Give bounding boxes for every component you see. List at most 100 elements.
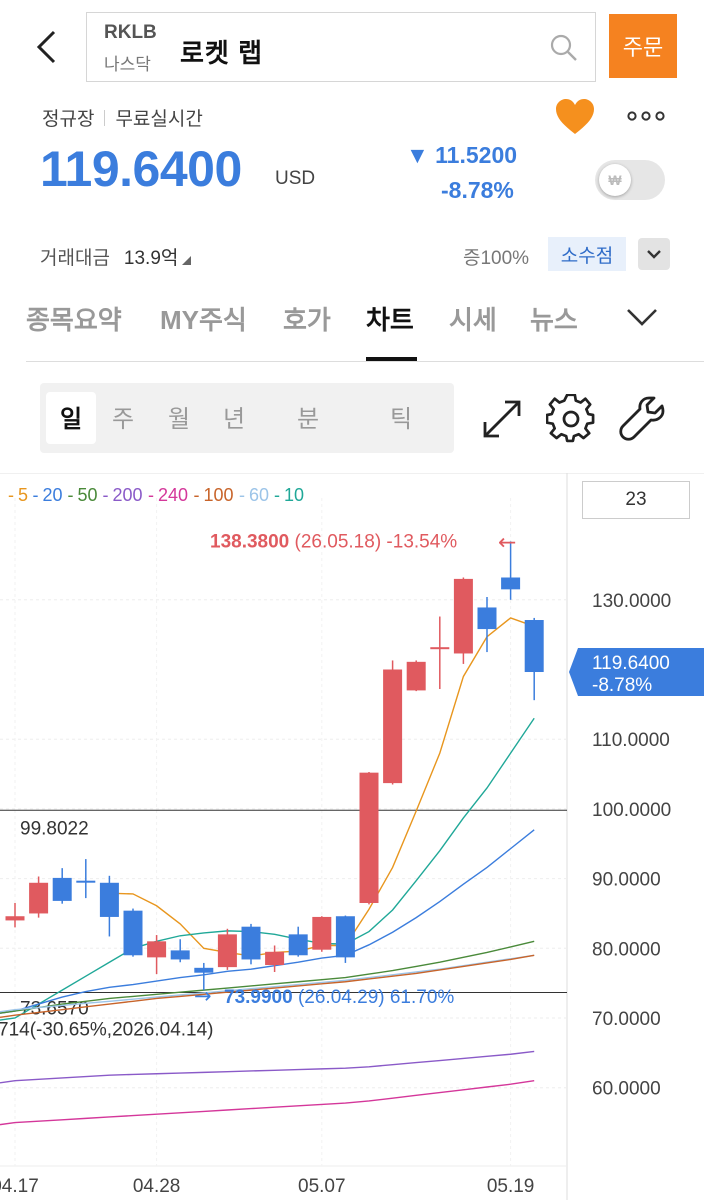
legend-label-10: 10 — [284, 485, 304, 505]
chevron-down-icon[interactable] — [620, 300, 664, 332]
stock-chart[interactable]: 130.0000 110.0000 100.0000 90.0000 80.0000 70… — [0, 473, 704, 1200]
current-price-label: 119.6400 — [592, 653, 670, 674]
candle-body — [5, 916, 25, 921]
search-icon[interactable] — [549, 33, 579, 63]
candle-body — [406, 661, 426, 691]
prior-low-label: 714(-30.65%,2026.04.14) — [0, 1019, 214, 1040]
legend-dash: - — [274, 485, 280, 505]
legend-dash: - — [148, 485, 154, 505]
stock-name: 로켓 랩 — [180, 38, 263, 68]
legend-dash: - — [8, 485, 14, 505]
candle-body — [99, 882, 119, 917]
high-arrow: ← — [498, 530, 516, 555]
candle-body — [265, 951, 285, 966]
current-change-label: -8.78% — [592, 675, 652, 696]
currency-label: USD — [275, 168, 316, 189]
legend-dash: - — [68, 485, 74, 505]
tabs-divider — [26, 361, 704, 362]
tab-chart[interactable]: 차트 — [366, 300, 414, 337]
candle-body — [147, 941, 167, 958]
wrench-icon[interactable] — [617, 394, 667, 444]
y-tick-label: 90.0000 — [592, 870, 661, 891]
price-change: ▼ 11.5200 — [406, 142, 518, 168]
candle-body — [241, 926, 261, 960]
candle-body — [335, 916, 355, 958]
candle-body — [217, 934, 237, 968]
legend-dash: - — [33, 485, 39, 505]
period-selector: 일 주 월 년 분 틱 — [40, 383, 454, 453]
heart-icon[interactable] — [554, 98, 596, 136]
candle-count-box[interactable]: 23 — [582, 481, 690, 519]
y-tick-label: 60.0000 — [592, 1079, 661, 1100]
y-tick-label: 70.0000 — [592, 1009, 661, 1030]
legend-label-5: 5 — [18, 485, 28, 505]
market-status: 정규장 무료실시간 — [42, 104, 203, 131]
volume-label: 거래대금 — [40, 248, 110, 269]
exchange-label: 나스닥 — [104, 55, 151, 74]
won-icon: ₩ — [599, 164, 631, 196]
tab-news[interactable]: 뉴스 — [530, 300, 578, 337]
legend-dash: - — [103, 485, 109, 505]
candle-body — [524, 620, 544, 673]
price-change-percent: -8.78% — [441, 177, 514, 203]
divider — [104, 109, 106, 126]
tab-summary[interactable]: 종목요약 — [26, 300, 122, 337]
x-tick-label: 05.19 — [487, 1176, 535, 1197]
candle-body — [383, 669, 403, 784]
period-month[interactable]: 월 — [168, 399, 190, 434]
order-button[interactable]: 주문 — [609, 14, 677, 78]
y-tick-label: 130.0000 — [592, 591, 671, 612]
chart-canvas[interactable]: 130.0000 110.0000 100.0000 90.0000 80.0000 70… — [0, 473, 704, 1200]
legend-label-50: 50 — [78, 485, 98, 505]
tab-orderbook[interactable]: 호가 — [283, 300, 331, 337]
x-tick-label: 05.07 — [298, 1176, 346, 1197]
x-tick-label: 04.17 — [0, 1176, 39, 1197]
period-day[interactable]: 일 — [60, 399, 82, 434]
candle-body — [501, 577, 521, 590]
back-button[interactable] — [26, 20, 66, 74]
legend-label-60: 60 — [249, 485, 269, 505]
period-year[interactable]: 년 — [223, 399, 245, 434]
x-tick-label: 04.28 — [133, 1176, 181, 1197]
candle-body — [170, 950, 190, 960]
currency-toggle[interactable]: ₩ — [595, 160, 665, 200]
period-week[interactable]: 주 — [112, 399, 134, 434]
low-annotation: 73.9900 (26.04.29) 61.70% — [224, 987, 454, 1008]
ma-line-20 — [0, 829, 535, 1014]
stock-search-box[interactable]: RKLB 나스닥 로켓 랩 — [86, 12, 596, 82]
candle-body — [76, 880, 96, 883]
candle-body — [123, 910, 143, 956]
expand-icon[interactable] — [477, 394, 527, 444]
tab-my-stock[interactable]: MY주식 — [160, 300, 247, 337]
period-tick[interactable]: 틱 — [390, 399, 412, 434]
decimal-button[interactable]: 소수점 — [548, 237, 626, 271]
trade-volume: 거래대금 13.9억 — [40, 243, 192, 270]
ma-line-10 — [0, 717, 535, 1021]
more-icon[interactable] — [622, 103, 670, 129]
period-minute[interactable]: 분 — [297, 399, 319, 434]
legend-label-20: 20 — [43, 485, 63, 505]
ticker-symbol: RKLB — [104, 22, 157, 43]
price-line-label: 99.8022 — [20, 818, 89, 839]
high-annotation: 138.3800 (26.05.18) -13.54% — [210, 531, 457, 552]
candle-body — [359, 772, 379, 903]
y-tick-label: 110.0000 — [592, 730, 670, 751]
candle-body — [194, 967, 214, 973]
current-price: 119.6400 — [40, 141, 242, 197]
volume-value: 13.9억 — [123, 248, 179, 269]
legend-dash: - — [239, 485, 245, 505]
info-dropdown-button[interactable] — [638, 238, 670, 270]
legend-label-100: 100 — [204, 485, 234, 505]
margin-rate: 증100% — [463, 248, 530, 269]
low-arrow: → — [194, 984, 212, 1008]
session-label: 정규장 — [42, 109, 95, 130]
candle-body — [29, 882, 49, 914]
y-tick-label: 80.0000 — [592, 939, 661, 960]
realtime-label: 무료실시간 — [115, 109, 203, 130]
candle-body — [312, 916, 332, 950]
tab-quotes[interactable]: 시세 — [449, 300, 497, 337]
chevron-down-icon — [647, 250, 661, 259]
candle-body — [453, 578, 473, 654]
gear-icon[interactable] — [546, 394, 596, 444]
back-arrow-icon — [36, 30, 56, 64]
